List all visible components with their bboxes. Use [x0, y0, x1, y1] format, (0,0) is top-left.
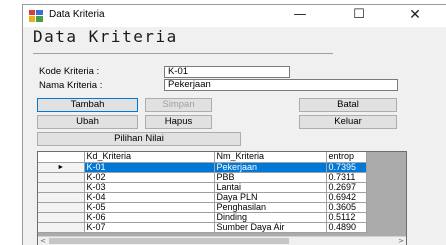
page-heading: Data Kriteria: [33, 27, 178, 46]
nm-kriteria-cell[interactable]: PBB: [214, 172, 327, 183]
column-header-nm-kriteria[interactable]: Nm_Kriteria: [214, 152, 327, 163]
table-row[interactable]: K-06 Dinding 0.5112: [38, 212, 367, 223]
kd-kriteria-cell[interactable]: K-07: [84, 222, 215, 233]
tambah-button[interactable]: Tambah: [37, 98, 138, 112]
kd-kriteria-cell[interactable]: K-01: [84, 162, 215, 173]
grid-corner-header[interactable]: [38, 152, 85, 163]
row-header-cell[interactable]: [38, 192, 85, 203]
pilihan-nilai-button[interactable]: Pilihan Nilai: [37, 132, 241, 146]
grid-header-row: Kd_Kriteria Nm_Kriteria entrop: [38, 152, 367, 163]
minimize-button[interactable]: —: [280, 5, 320, 27]
kriteria-data-grid[interactable]: Kd_Kriteria Nm_Kriteria entrop ► K-01 Peke…: [37, 151, 407, 245]
kd-kriteria-cell[interactable]: K-05: [84, 202, 215, 213]
maximize-button[interactable]: ☐: [339, 5, 379, 27]
row-header-cell[interactable]: [38, 202, 85, 213]
ubah-button[interactable]: Ubah: [37, 115, 138, 129]
nm-kriteria-cell[interactable]: Dinding: [214, 212, 327, 223]
kd-kriteria-cell[interactable]: K-03: [84, 182, 215, 193]
kd-kriteria-cell[interactable]: K-04: [84, 192, 215, 203]
nama-kriteria-label: Nama Kriteria :: [39, 80, 103, 91]
table-row[interactable]: K-07 Sumber Daya Air 0.4890: [38, 222, 367, 233]
table-row[interactable]: K-04 Daya PLN 0.6942: [38, 192, 367, 203]
scroll-left-arrow-icon[interactable]: <: [38, 237, 48, 245]
app-icon: [29, 10, 43, 22]
table-row[interactable]: K-02 PBB 0.7311: [38, 172, 367, 183]
row-header-cell[interactable]: [38, 182, 85, 193]
nm-kriteria-cell[interactable]: Pekerjaan: [214, 162, 327, 173]
column-header-entropy[interactable]: entrop: [326, 152, 367, 163]
batal-button[interactable]: Batal: [299, 98, 397, 112]
entropy-cell[interactable]: 0.4890: [326, 222, 367, 233]
kd-kriteria-cell[interactable]: K-02: [84, 172, 215, 183]
table-row[interactable]: K-03 Lantai 0.2697: [38, 182, 367, 193]
entropy-cell[interactable]: 0.2697: [326, 182, 367, 193]
keluar-button[interactable]: Keluar: [299, 115, 397, 129]
entropy-cell[interactable]: 0.3605: [326, 202, 367, 213]
kd-kriteria-cell[interactable]: K-06: [84, 212, 215, 223]
column-header-kd-kriteria[interactable]: Kd_Kriteria: [84, 152, 215, 163]
row-header-cell[interactable]: [38, 172, 85, 183]
horizontal-scrollbar[interactable]: < >: [38, 236, 406, 245]
data-kriteria-window: Data Kriteria — ☐ ✕ Data Kriteria Kode K…: [22, 4, 446, 245]
table-row[interactable]: ► K-01 Pekerjaan 0.7395: [38, 162, 367, 173]
kode-kriteria-field[interactable]: K-01: [164, 66, 290, 78]
close-button[interactable]: ✕: [395, 5, 435, 27]
window-title: Data Kriteria: [49, 9, 105, 20]
nm-kriteria-cell[interactable]: Penghasilan: [214, 202, 327, 213]
row-header-cell[interactable]: [38, 212, 85, 223]
scroll-right-arrow-icon[interactable]: >: [396, 237, 406, 245]
row-header-cell[interactable]: [38, 222, 85, 233]
nm-kriteria-cell[interactable]: Lantai: [214, 182, 327, 193]
table-row[interactable]: K-05 Penghasilan 0.3605: [38, 202, 367, 213]
hapus-button[interactable]: Hapus: [145, 115, 212, 129]
nm-kriteria-cell[interactable]: Sumber Daya Air: [214, 222, 327, 233]
entropy-cell[interactable]: 0.6942: [326, 192, 367, 203]
heading-divider: [33, 53, 333, 54]
nama-kriteria-field[interactable]: Pekerjaan: [164, 79, 398, 91]
scrollbar-thumb[interactable]: [49, 238, 289, 244]
title-bar[interactable]: Data Kriteria — ☐ ✕: [23, 5, 446, 27]
entropy-cell[interactable]: 0.7395: [326, 162, 367, 173]
simpan-button[interactable]: Simpan: [145, 98, 212, 112]
nm-kriteria-cell[interactable]: Daya PLN: [214, 192, 327, 203]
kode-kriteria-label: Kode Kriteria :: [39, 66, 100, 77]
entropy-cell[interactable]: 0.5112: [326, 212, 367, 223]
row-header-cell[interactable]: ►: [38, 162, 85, 173]
entropy-cell[interactable]: 0.7311: [326, 172, 367, 183]
